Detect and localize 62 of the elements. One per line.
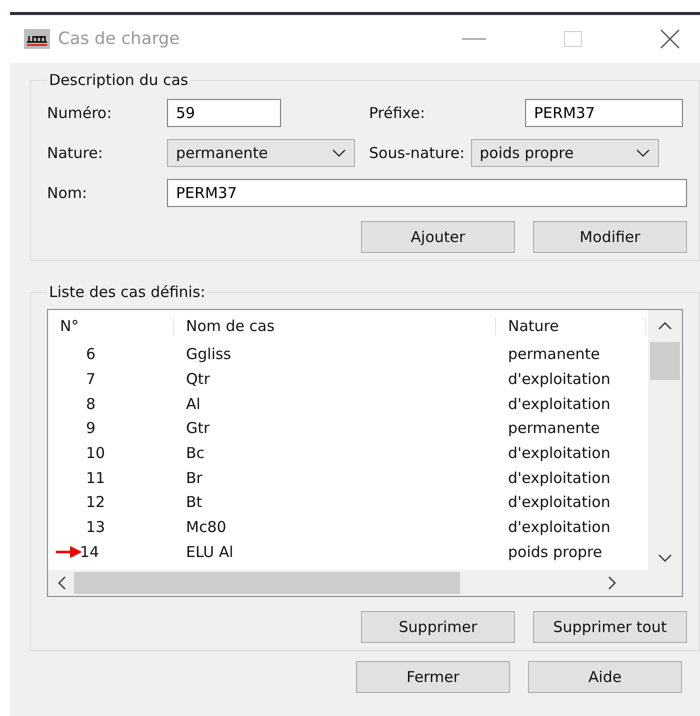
scroll-right-icon[interactable] [608,576,616,590]
scroll-left-icon[interactable] [58,576,66,590]
minimize-icon[interactable] [462,38,486,40]
table-cell[interactable]: Br [174,468,496,487]
table-cell[interactable]: d'exploitation [496,468,646,487]
table-cell[interactable]: d'exploitation [496,394,646,413]
column-header[interactable]: Nature [496,317,646,335]
field-label: Sous-nature: [369,144,465,162]
table-cell[interactable]: 11 [86,468,106,487]
table-cell[interactable]: 8 [86,394,96,413]
table-cell[interactable]: permanente [496,345,646,364]
table-cell[interactable]: d'exploitation [496,370,646,388]
table-cell[interactable]: permanente [496,419,646,438]
table-cell[interactable]: 7 [86,370,96,388]
action-button[interactable]: Modifier [533,221,687,253]
table-cell[interactable]: Gtr [174,419,496,438]
table-cell[interactable]: d'exploitation [496,444,646,462]
table-cell[interactable]: d'exploitation [496,518,646,536]
field-label: Numéro: [47,104,113,122]
scroll-up-icon[interactable] [658,322,672,330]
prefix-field[interactable]: PERM37 [525,99,683,127]
sub-nature-dropdown[interactable]: poids propre [470,139,659,167]
table-cell[interactable]: 14 [80,542,100,561]
table-cell[interactable]: d'exploitation [496,493,646,512]
table-cell[interactable]: Mc80 [174,518,496,536]
field-label: Préfixe: [369,104,426,122]
number-field[interactable]: 59 [167,99,281,127]
vertical-scrollbar[interactable] [648,310,682,570]
table-cell[interactable]: Al [174,394,496,413]
horizontal-scrollbar[interactable] [48,570,682,596]
nature-dropdown[interactable]: permanente [167,139,355,167]
column-header[interactable]: N° [48,317,174,335]
name-field[interactable]: PERM37 [167,179,687,207]
table-cell[interactable]: 12 [86,493,106,512]
table-cell[interactable]: 13 [86,518,106,536]
table-cell[interactable]: Ggliss [174,345,496,364]
field-label: Nom: [47,184,88,202]
dialog-button[interactable]: Fermer [356,661,510,693]
table-cell[interactable]: 6 [86,345,96,364]
table-cell[interactable]: 10 [86,444,106,462]
action-button[interactable]: Ajouter [361,221,515,253]
table-cell[interactable]: ELU Al [174,542,496,561]
field-label: Nature: [47,144,104,162]
column-header[interactable]: Nom de cas [174,317,496,335]
action-button[interactable]: Supprimer [361,611,515,643]
table-cell[interactable]: Bt [174,493,496,512]
group-title: Liste des cas définis: [48,283,206,301]
scrollbar-thumb[interactable] [650,342,680,380]
table-cell[interactable]: Bc [174,444,496,462]
table-cell[interactable]: 9 [86,419,96,438]
scrollbar-thumb[interactable] [74,572,460,594]
action-button[interactable]: Supprimer tout [533,611,687,643]
scroll-down-icon[interactable] [658,554,672,562]
app-icon [24,29,50,49]
chevron-down-icon [332,149,346,157]
group-title: Description du cas [48,71,190,89]
window-title: Cas de charge [58,29,180,49]
table-cell[interactable]: Qtr [174,370,496,388]
table-cell[interactable]: poids propre [496,542,646,561]
close-icon[interactable] [660,29,680,49]
dialog-button[interactable]: Aide [528,661,682,693]
chevron-down-icon [636,149,650,157]
